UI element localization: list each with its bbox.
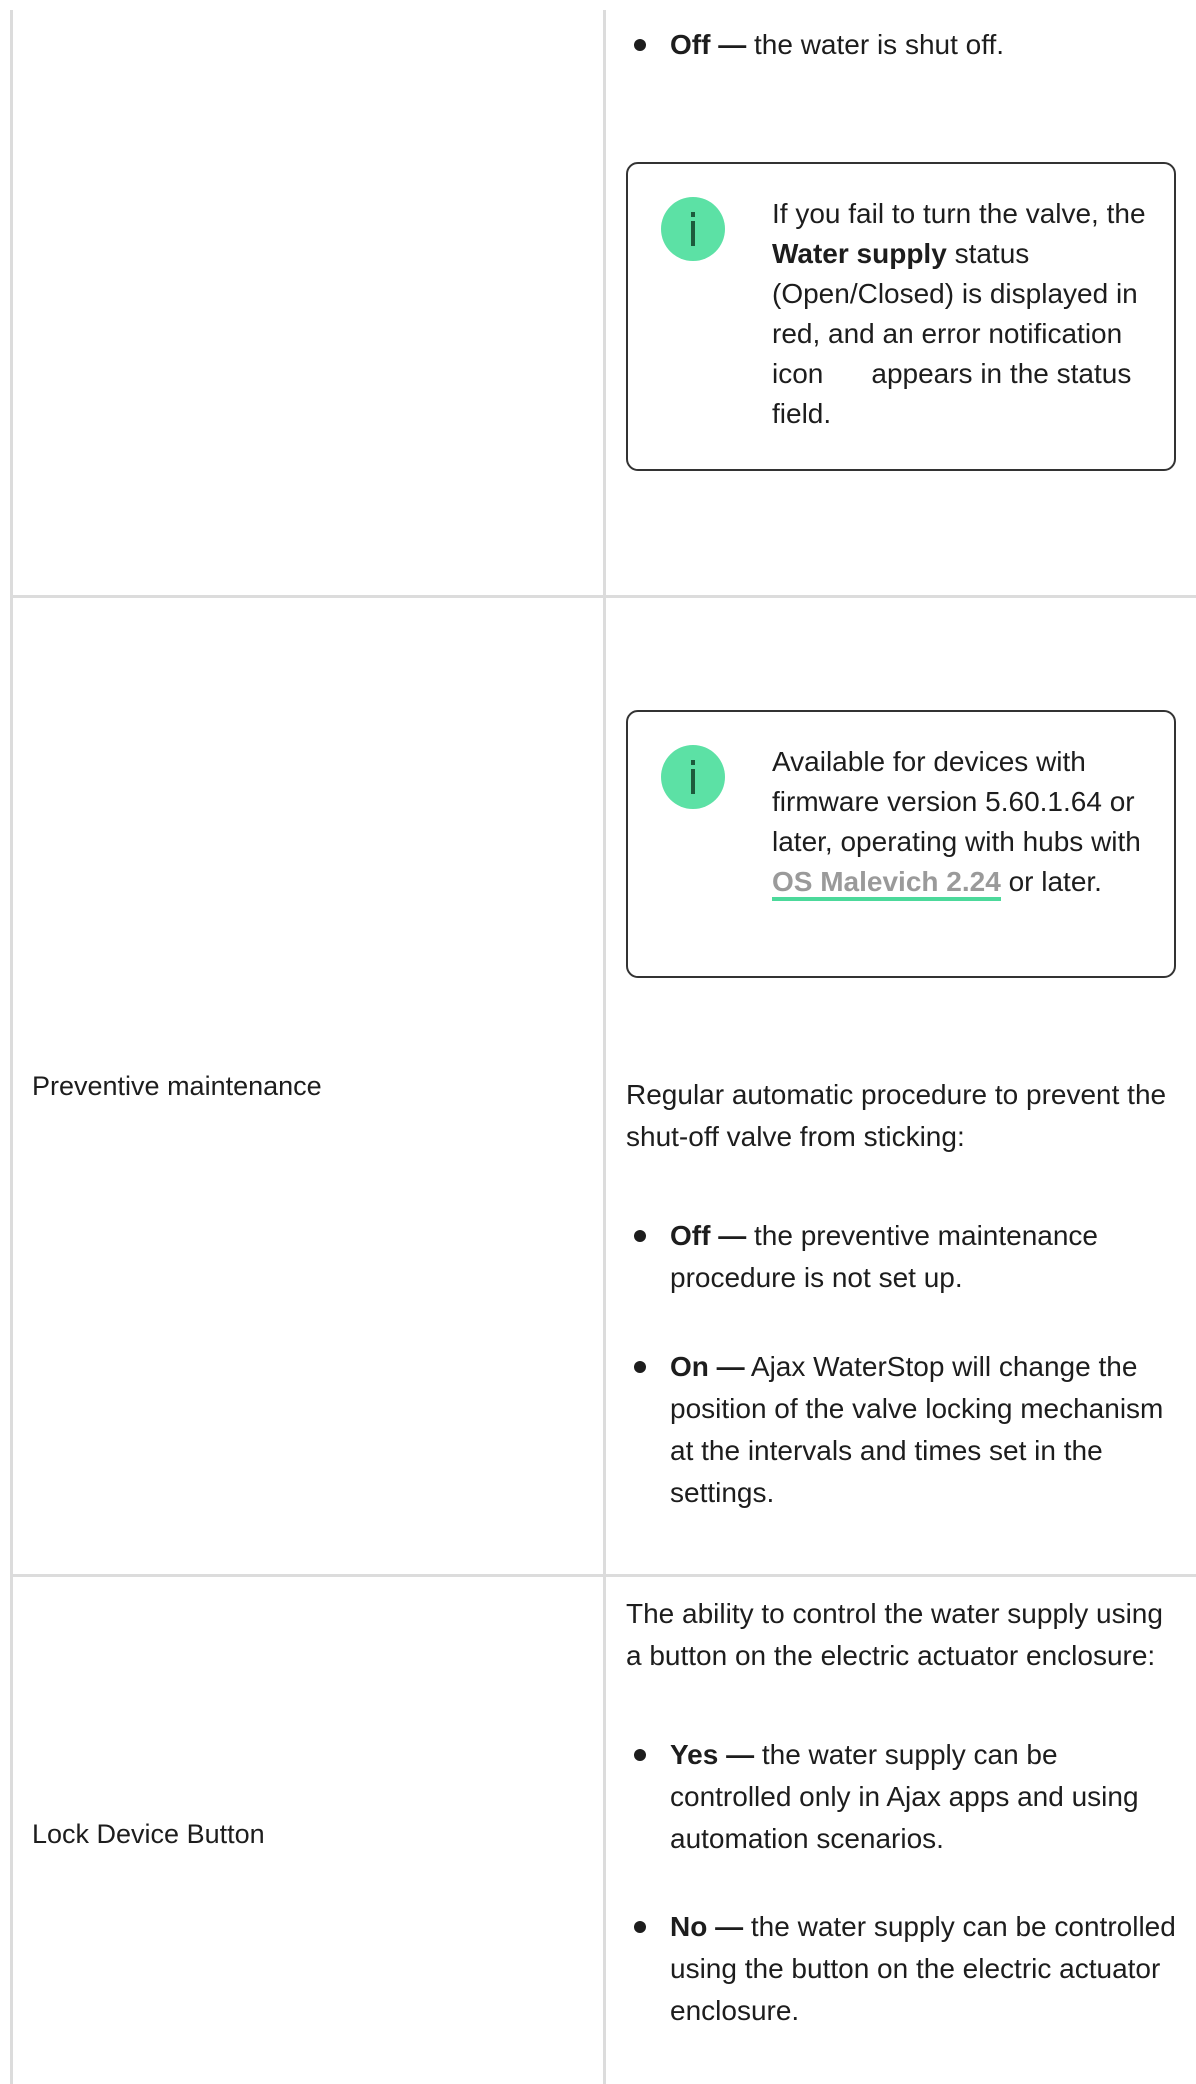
bullet-dash: —	[726, 1739, 755, 1770]
bullet-off-preventive: Off — the preventive maintenance procedu…	[626, 1215, 1186, 1299]
note-text-part: Available for devices with firmware vers…	[772, 746, 1141, 857]
bullet-dash: —	[718, 29, 747, 60]
note-text: Available for devices with firmware vers…	[772, 742, 1157, 902]
table-column-divider	[603, 10, 606, 2084]
bullet-term: On	[670, 1351, 709, 1382]
bullet-dot	[634, 39, 646, 51]
row-label-preventive-maintenance: Preventive maintenance	[32, 1071, 322, 1101]
row-label-lock-device-button: Lock Device Button	[32, 1819, 265, 1849]
bullet-dot	[634, 1749, 646, 1761]
bullet-term: No	[670, 1911, 708, 1942]
bullet-text: the water is shut off.	[754, 29, 1005, 60]
note-text-part: or later.	[1008, 866, 1102, 897]
info-icon	[661, 197, 725, 261]
info-note-firmware: Available for devices with firmware vers…	[626, 710, 1176, 978]
lock-button-description: The ability to control the water supply …	[626, 1598, 1163, 1671]
bullet-dash: —	[716, 1351, 745, 1382]
bullet-off-water: Off — the water is shut off.	[626, 24, 1186, 66]
bullet-yes-lock: Yes — the water supply can be controlled…	[626, 1734, 1186, 1860]
preventive-description: Regular automatic procedure to prevent t…	[626, 1079, 1167, 1152]
bullet-dash: —	[718, 1220, 747, 1251]
note-text-part: appears in the status field.	[772, 358, 1132, 429]
info-icon	[661, 745, 725, 809]
bullet-dot	[634, 1921, 646, 1933]
note-text-part: If you fail to turn the valve, the	[772, 198, 1146, 229]
bullet-term: Off	[670, 29, 711, 60]
bullet-dot	[634, 1361, 646, 1373]
bullet-term: Yes	[670, 1739, 719, 1770]
table-border-left	[10, 10, 13, 2084]
bullet-no-lock: No — the water supply can be controlled …	[626, 1906, 1186, 2032]
note-bold-term: Water supply	[772, 238, 947, 269]
note-text: If you fail to turn the valve, the Water…	[772, 194, 1157, 434]
bullet-dash: —	[715, 1911, 744, 1942]
table-row-divider	[10, 595, 1196, 598]
os-malevich-link[interactable]: OS Malevich 2.24	[772, 866, 1001, 901]
bullet-text: the water supply can be controlled using…	[670, 1911, 1176, 2026]
bullet-on-preventive: On — Ajax WaterStop will change the posi…	[626, 1346, 1186, 1514]
info-note-valve-error: If you fail to turn the valve, the Water…	[626, 162, 1176, 471]
bullet-term: Off	[670, 1220, 711, 1251]
bullet-dot	[634, 1230, 646, 1242]
table-row-divider	[10, 1574, 1196, 1577]
